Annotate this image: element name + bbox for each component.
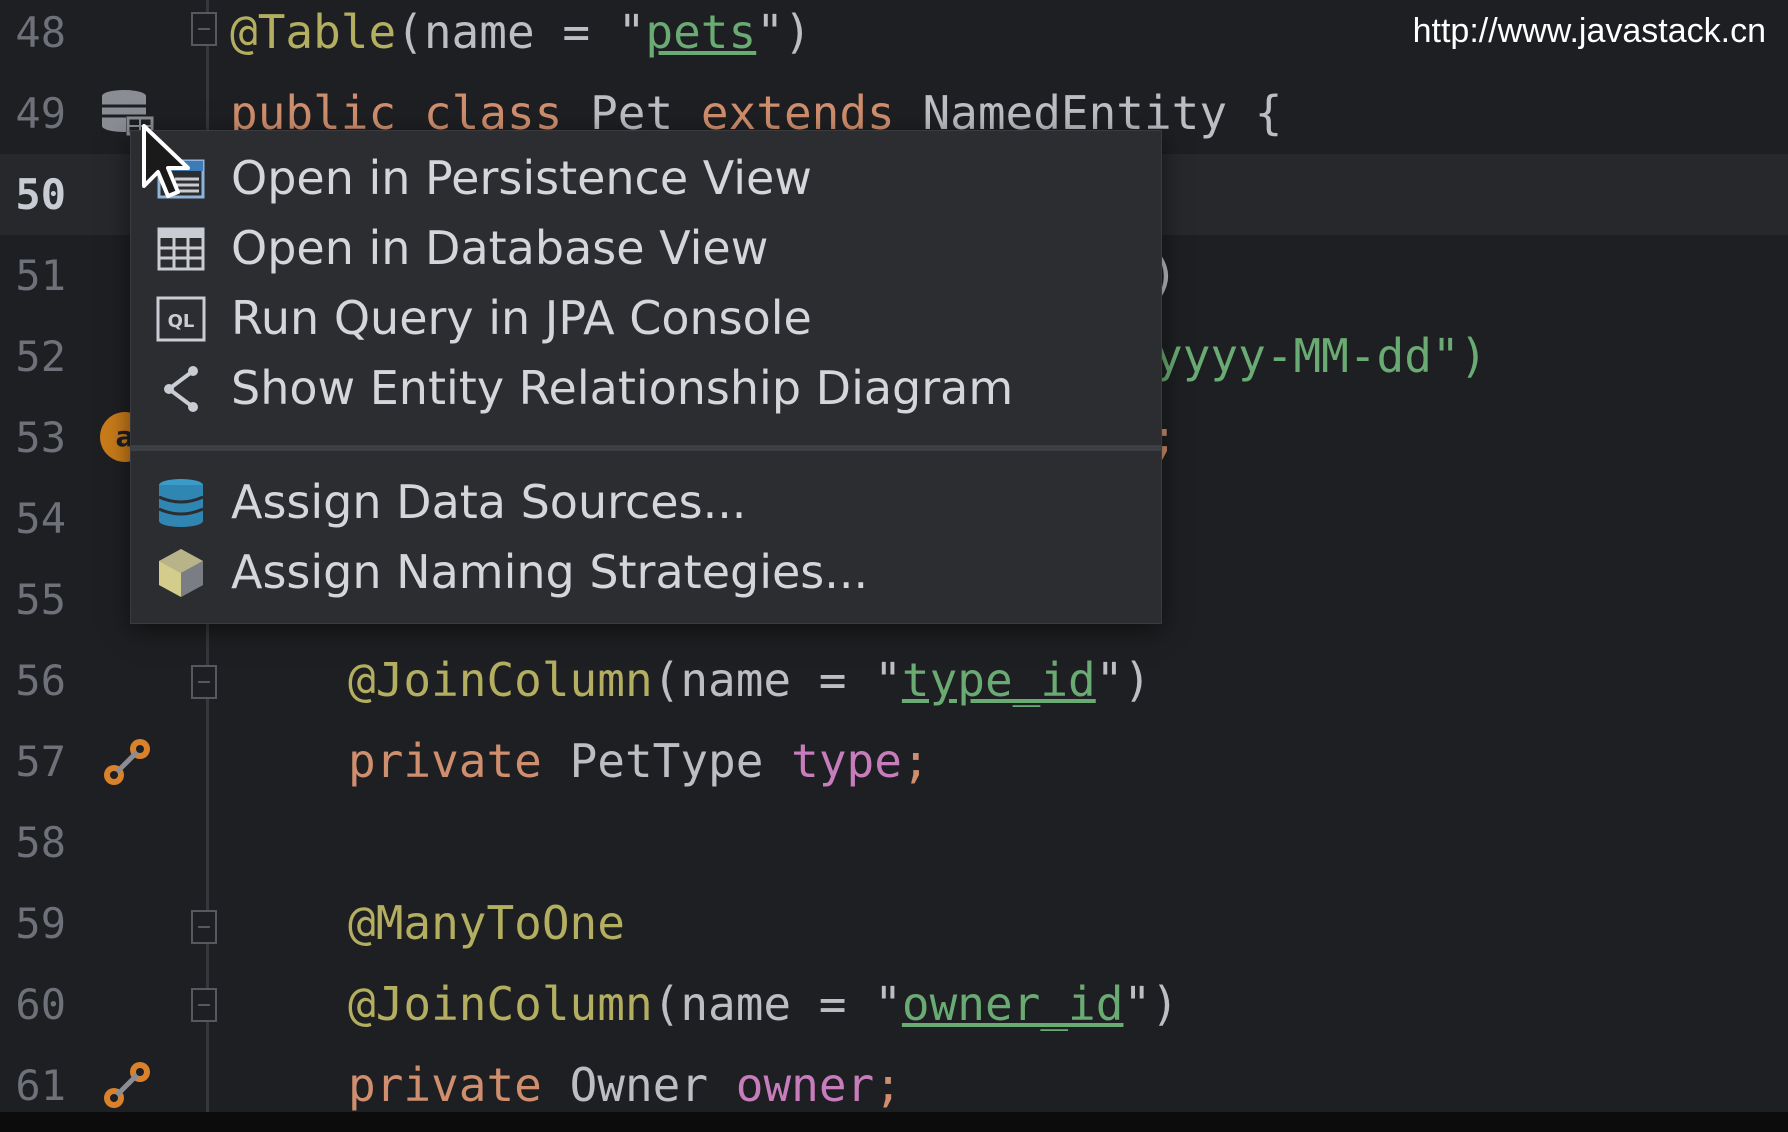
menu-item-label: Show Entity Relationship Diagram [231, 361, 1014, 415]
menu-item-label: Run Query in JPA Console [231, 291, 812, 345]
menu-item-open-database-view[interactable]: Open in Database View [131, 213, 1161, 283]
line-number: 53 [15, 413, 66, 462]
code-text[interactable]: private PetType type; [348, 721, 930, 802]
line-number: 50 [15, 170, 66, 219]
code-line-60[interactable]: 60 @JoinColumn(name = "owner_id") [0, 964, 1788, 1045]
ql-console-icon: QL [156, 296, 206, 342]
fold-marker[interactable] [191, 665, 217, 699]
line-number: 57 [15, 737, 66, 786]
fold-marker[interactable] [191, 988, 217, 1022]
svg-text:QL: QL [168, 311, 195, 332]
bottom-edge [0, 1112, 1788, 1132]
menu-item-show-er-diagram[interactable]: Show Entity Relationship Diagram [131, 353, 1161, 423]
watermark-text: http://www.javastack.cn [1412, 12, 1766, 50]
line-number: 52 [15, 332, 66, 381]
line-number: 58 [15, 818, 66, 867]
code-line-59[interactable]: 59 @ManyToOne [0, 883, 1788, 964]
line-number: 54 [15, 494, 66, 543]
code-line-56[interactable]: 56 @JoinColumn(name = "type_id") [0, 640, 1788, 721]
menu-item-label: Assign Naming Strategies... [231, 545, 869, 599]
code-text[interactable]: @JoinColumn(name = "type_id") [348, 640, 1151, 721]
naming-strategy-icon [159, 549, 203, 597]
menu-item-open-persistence-view[interactable]: Open in Persistence View [131, 143, 1161, 213]
menu-item-run-query-jpa-console[interactable]: QL Run Query in JPA Console [131, 283, 1161, 353]
line-number: 48 [15, 8, 66, 57]
menu-separator [131, 445, 1161, 451]
relationship-link-icon[interactable] [100, 735, 156, 791]
line-number: 60 [15, 980, 66, 1029]
code-text[interactable]: yyyy-MM-dd") [1155, 316, 1487, 397]
code-line-58[interactable]: 58 [0, 802, 1788, 883]
code-text[interactable]: @Table(name = "pets") [230, 0, 812, 73]
fold-marker[interactable] [191, 910, 217, 944]
line-number: 55 [15, 575, 66, 624]
diagram-icon [164, 366, 198, 412]
menu-item-label: Open in Database View [231, 221, 769, 275]
database-icon [158, 479, 204, 527]
menu-item-assign-data-sources[interactable]: Assign Data Sources... [131, 467, 1161, 537]
relationship-link-icon[interactable] [100, 1058, 156, 1114]
menu-item-assign-naming-strategies[interactable]: Assign Naming Strategies... [131, 537, 1161, 607]
code-text[interactable]: @ManyToOne [348, 883, 625, 964]
menu-item-label: Assign Data Sources... [231, 475, 747, 529]
line-number: 51 [15, 251, 66, 300]
menu-item-label: Open in Persistence View [231, 151, 812, 205]
fold-marker[interactable] [191, 12, 217, 46]
line-number: 56 [15, 656, 66, 705]
table-grid-icon [157, 227, 205, 271]
mouse-cursor-icon [142, 124, 190, 198]
code-line-57[interactable]: 57 private PetType type; [0, 721, 1788, 802]
line-number: 59 [15, 899, 66, 948]
code-text[interactable]: @JoinColumn(name = "owner_id") [348, 964, 1179, 1045]
context-popup-menu[interactable]: Open in Persistence View Open in Databas… [130, 130, 1162, 624]
line-number: 49 [15, 89, 66, 138]
